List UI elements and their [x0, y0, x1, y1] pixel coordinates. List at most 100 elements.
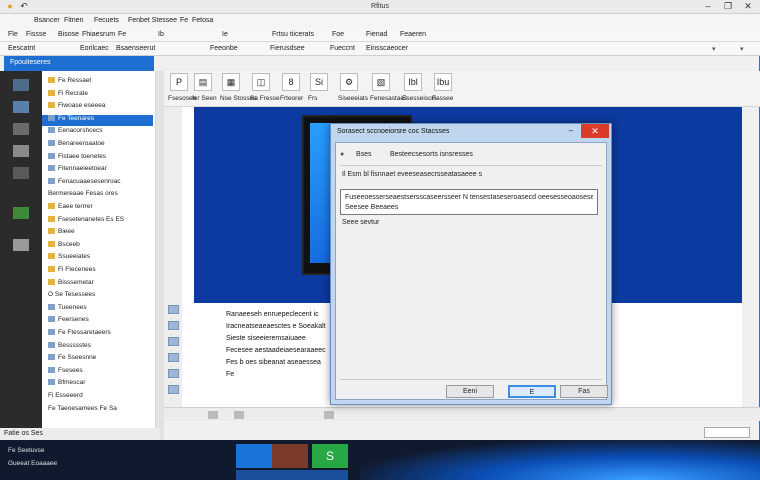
ribbon-tab[interactable]: Fienad: [366, 31, 387, 38]
toolbar-button[interactable]: ◫: [252, 73, 270, 91]
toolbar-button[interactable]: P: [170, 73, 188, 91]
active-pane-tab[interactable]: Fpouiteseres: [4, 56, 154, 71]
toolbar-label: Ier Seen: [192, 95, 217, 102]
dialog-minimize-button[interactable]: –: [565, 126, 577, 136]
tool-icon[interactable]: [168, 337, 179, 346]
nav-item[interactable]: Fi Recrate: [48, 89, 153, 101]
chevron-down-icon[interactable]: ▾: [712, 45, 716, 53]
nav-item[interactable]: Bfmescar: [48, 379, 153, 390]
ribbon-command[interactable]: Bsaenseerut: [116, 45, 155, 52]
tool-icon[interactable]: [168, 305, 179, 314]
ribbon-tab[interactable]: Fle: [8, 31, 18, 38]
nav-item[interactable]: Bieee: [48, 228, 153, 239]
nav-item[interactable]: Fi Ftecenees: [48, 266, 153, 277]
store-tile[interactable]: S: [312, 444, 348, 468]
document-icon[interactable]: [13, 239, 29, 251]
settings-icon[interactable]: [13, 167, 29, 179]
nav-item[interactable]: Fe Ressaet: [48, 77, 153, 88]
image-icon[interactable]: [13, 207, 29, 219]
ribbon-tab[interactable]: Fe: [118, 31, 126, 38]
ribbon-command[interactable]: Eescatnt: [8, 45, 35, 52]
nav-item[interactable]: Bessssstes: [48, 341, 153, 353]
nav-item[interactable]: Fenacuaaesesenroac: [48, 177, 153, 189]
tray-item[interactable]: Fe Seetuvse: [8, 447, 45, 454]
minimize-button[interactable]: –: [702, 1, 714, 12]
ribbon-tab[interactable]: Ie: [222, 31, 228, 38]
mail-tile[interactable]: [236, 444, 272, 468]
nav-item[interactable]: Eaee terrrer: [48, 203, 153, 214]
grid-icon[interactable]: [13, 145, 29, 157]
nav-item[interactable]: Eenacorshcecs: [48, 127, 153, 138]
nav-item[interactable]: Fi Esseeerd: [48, 392, 153, 403]
ribbon-tab[interactable]: Bisose: [58, 31, 79, 38]
nav-item[interactable]: Fe Taeoesamees Fe Sa: [48, 405, 153, 416]
vertical-scrollbar[interactable]: [742, 107, 752, 407]
nav-item[interactable]: Benareeroaatoe: [48, 140, 153, 151]
status-icon[interactable]: [324, 411, 334, 419]
ribbon-command[interactable]: Fierusdsee: [270, 45, 305, 52]
menu-item[interactable]: Fenbet Stessee: [128, 17, 177, 24]
list-icon[interactable]: [13, 123, 29, 135]
home-icon[interactable]: [13, 79, 29, 91]
ribbon-command[interactable]: Einsscaeocer: [366, 45, 408, 52]
pane-splitter[interactable]: [156, 71, 164, 440]
status-icon[interactable]: [234, 411, 244, 419]
nav-item[interactable]: Bermereaae Fesas ores: [48, 190, 153, 201]
dialog-close-button[interactable]: ✕: [581, 124, 609, 138]
ribbon-command[interactable]: Feeonbe: [210, 45, 238, 52]
menu-item[interactable]: Fetosa: [192, 17, 213, 24]
toolbar-button[interactable]: ▧: [372, 73, 390, 91]
maximize-button[interactable]: ❐: [722, 1, 734, 12]
nav-item[interactable]: Ssueeiates: [48, 253, 153, 264]
folder-icon: [48, 102, 55, 109]
tile-row[interactable]: [236, 470, 348, 480]
cancel-button[interactable]: Eeni: [446, 385, 494, 398]
menu-item[interactable]: Fitnen: [64, 17, 83, 24]
menu-item[interactable]: Bsancer: [34, 17, 60, 24]
nav-item[interactable]: Fiwoase eseeea: [48, 102, 153, 113]
zoom-control[interactable]: [704, 427, 750, 438]
ribbon-tab[interactable]: Ib: [158, 31, 164, 38]
tool-icon[interactable]: [168, 353, 179, 362]
nav-item[interactable]: Feersenes: [48, 316, 153, 327]
nav-item[interactable]: Fsesees: [48, 366, 153, 378]
toolbar-button[interactable]: Ibl: [404, 73, 422, 91]
ribbon-tab[interactable]: Fissse: [26, 31, 46, 38]
toolbar-button[interactable]: ⚙: [340, 73, 358, 91]
nav-item[interactable]: Bsceeb: [48, 240, 153, 252]
status-icon[interactable]: [208, 411, 218, 419]
nav-item[interactable]: Bisssemetar: [48, 278, 153, 290]
toolbar-button[interactable]: Si: [310, 73, 328, 91]
menu-item[interactable]: Fe: [180, 17, 188, 24]
ribbon-tab[interactable]: Fhiaesrum: [82, 31, 115, 38]
files-icon[interactable]: [13, 101, 29, 113]
nav-item[interactable]: Fe Teenares: [42, 114, 153, 126]
other-button[interactable]: Fas: [560, 385, 608, 398]
chevron-down-icon[interactable]: ▾: [740, 45, 744, 53]
menu-item[interactable]: Fecuets: [94, 17, 119, 24]
ribbon-tab[interactable]: Frtsu tiicerats: [272, 31, 314, 38]
ribbon-tab[interactable]: Feaeren: [400, 31, 426, 38]
toolbar-button[interactable]: ▤: [194, 73, 212, 91]
nav-item[interactable]: Fsesetenanetes Es ES: [48, 215, 153, 227]
tool-icon[interactable]: [168, 321, 179, 330]
photos-tile[interactable]: [272, 444, 308, 468]
dialog-text-input[interactable]: Fuseeoesserseaestsersscaseersseer N tens…: [340, 189, 598, 215]
ok-button[interactable]: E: [508, 385, 556, 398]
toolbar-button[interactable]: 8: [282, 73, 300, 91]
tool-icon[interactable]: [168, 369, 179, 378]
close-button[interactable]: ✕: [742, 1, 754, 12]
nav-item[interactable]: Fistaee toenetes: [48, 152, 153, 164]
tool-icon[interactable]: [168, 385, 179, 394]
nav-item[interactable]: Tueenees: [48, 303, 153, 315]
ribbon-tab[interactable]: Foe: [332, 31, 344, 38]
nav-item[interactable]: Fe Ftessaretaeers: [48, 329, 153, 340]
nav-item[interactable]: Fitennaeieetoear: [48, 165, 153, 176]
toolbar-button[interactable]: ▦: [222, 73, 240, 91]
toolbar-button[interactable]: Ibu: [434, 73, 452, 91]
ribbon-command[interactable]: Eorilcaec: [80, 45, 109, 52]
ribbon-command[interactable]: Fueccnt: [330, 45, 355, 52]
nav-item[interactable]: Fe Sseesnne: [48, 354, 153, 365]
nav-item[interactable]: O Se Tesessees: [48, 291, 153, 302]
tray-item[interactable]: Gueeat Eoaaaee: [8, 460, 57, 467]
